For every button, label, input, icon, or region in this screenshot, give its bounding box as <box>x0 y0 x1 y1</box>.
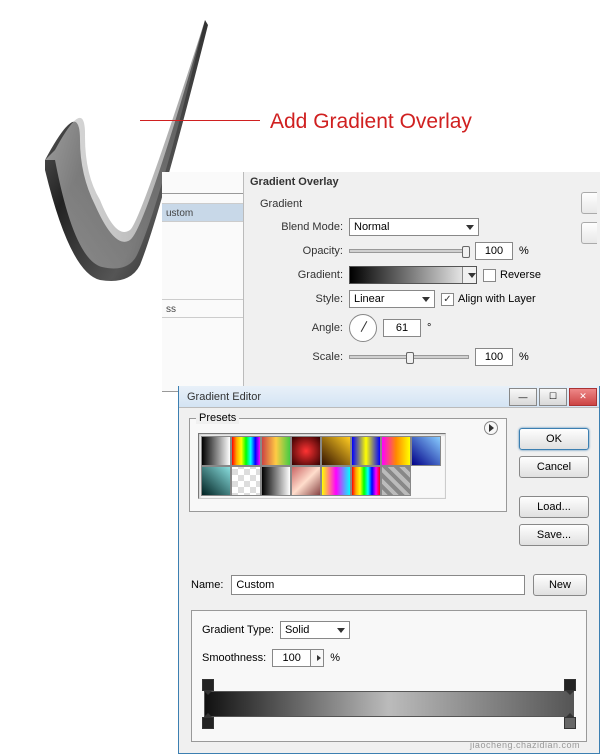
opacity-stop-left[interactable] <box>202 679 214 691</box>
ls-side-button-2[interactable] <box>581 222 597 244</box>
scale-input[interactable]: 100 <box>475 348 513 366</box>
reverse-checkbox[interactable]: Reverse <box>483 269 541 282</box>
opacity-input[interactable]: 100 <box>475 242 513 260</box>
gradient-editor-dialog: Gradient Editor — ☐ ✕ Presets OK Cancel … <box>178 386 600 754</box>
smoothness-unit: % <box>330 652 340 664</box>
gradient-edit-bar[interactable] <box>204 691 574 717</box>
chevron-down-icon <box>466 225 474 230</box>
preset-swatch[interactable] <box>231 436 261 466</box>
preset-swatch[interactable] <box>261 466 291 496</box>
new-button[interactable]: New <box>533 574 587 596</box>
name-input[interactable]: Custom <box>231 575 525 595</box>
sidebar-item-ss[interactable]: ss <box>162 300 243 318</box>
angle-label: Angle: <box>258 322 343 334</box>
preset-swatch[interactable] <box>321 436 351 466</box>
name-label: Name: <box>191 579 223 591</box>
layer-style-title: Gradient Overlay <box>250 174 595 188</box>
angle-unit: ° <box>427 322 431 334</box>
style-select[interactable]: Linear <box>349 290 435 308</box>
annotation-line <box>140 120 260 121</box>
gradient-dropdown-icon[interactable] <box>462 267 476 283</box>
preset-swatch[interactable] <box>231 466 261 496</box>
opacity-unit: % <box>519 245 529 257</box>
gradient-editor-title: Gradient Editor <box>187 391 261 403</box>
opacity-label: Opacity: <box>258 245 343 257</box>
close-button[interactable]: ✕ <box>569 388 597 406</box>
sidebar-item-custom[interactable]: ustom <box>162 204 243 222</box>
blend-mode-label: Blend Mode: <box>258 221 343 233</box>
gradient-type-label: Gradient Type: <box>202 624 274 636</box>
gradient-edit-frame: Gradient Type: Solid Smoothness: 100 % <box>191 610 587 742</box>
angle-dial[interactable] <box>349 314 377 342</box>
opacity-slider[interactable] <box>349 249 469 253</box>
blend-mode-select[interactable]: Normal <box>349 218 479 236</box>
save-button[interactable]: Save... <box>519 524 589 546</box>
ok-button[interactable]: OK <box>519 428 589 450</box>
layer-style-sidebar: ustom ss <box>162 172 244 391</box>
gradient-editor-titlebar: Gradient Editor — ☐ ✕ <box>179 386 599 408</box>
minimize-button[interactable]: — <box>509 388 537 406</box>
preset-swatch[interactable] <box>381 466 411 496</box>
preset-swatch[interactable] <box>381 436 411 466</box>
gradient-preview[interactable] <box>349 266 477 284</box>
scale-slider[interactable] <box>349 355 469 359</box>
smoothness-label: Smoothness: <box>202 652 266 664</box>
preset-swatch[interactable] <box>351 466 381 496</box>
stepper-arrow-icon[interactable] <box>310 649 324 667</box>
smoothness-stepper[interactable]: 100 <box>272 649 324 667</box>
chevron-down-icon <box>422 297 430 302</box>
cancel-button[interactable]: Cancel <box>519 456 589 478</box>
presets-legend: Presets <box>196 412 239 424</box>
preset-grid <box>198 433 446 499</box>
layer-style-dialog: ustom ss Gradient Overlay Gradient Blend… <box>162 172 600 392</box>
preset-swatch[interactable] <box>351 436 381 466</box>
load-button[interactable]: Load... <box>519 496 589 518</box>
gradient-bar-wrap <box>202 677 576 729</box>
preset-swatch[interactable] <box>411 436 441 466</box>
color-stop-left[interactable] <box>202 717 214 729</box>
chevron-down-icon <box>337 628 345 633</box>
gradient-legend: Gradient <box>258 198 587 210</box>
style-label: Style: <box>258 293 343 305</box>
preset-swatch[interactable] <box>321 466 351 496</box>
gradient-label: Gradient: <box>258 269 343 281</box>
preset-swatch[interactable] <box>201 436 231 466</box>
align-with-layer-checkbox[interactable]: Align with Layer <box>441 293 536 306</box>
maximize-button[interactable]: ☐ <box>539 388 567 406</box>
watermark: jiaocheng.chazidian.com <box>470 740 580 750</box>
opacity-stop-right[interactable] <box>564 679 576 691</box>
angle-input[interactable]: 61 <box>383 319 421 337</box>
preset-swatch[interactable] <box>291 466 321 496</box>
annotation-text: Add Gradient Overlay <box>270 110 472 134</box>
presets-frame: Presets <box>189 418 507 512</box>
ls-side-button-1[interactable] <box>581 192 597 214</box>
gradient-type-select[interactable]: Solid <box>280 621 350 639</box>
scale-unit: % <box>519 351 529 363</box>
preset-swatch[interactable] <box>261 436 291 466</box>
preset-swatch[interactable] <box>201 466 231 496</box>
scale-label: Scale: <box>258 351 343 363</box>
preset-swatch[interactable] <box>291 436 321 466</box>
color-stop-right[interactable] <box>564 717 576 729</box>
presets-menu-icon[interactable] <box>484 421 498 435</box>
